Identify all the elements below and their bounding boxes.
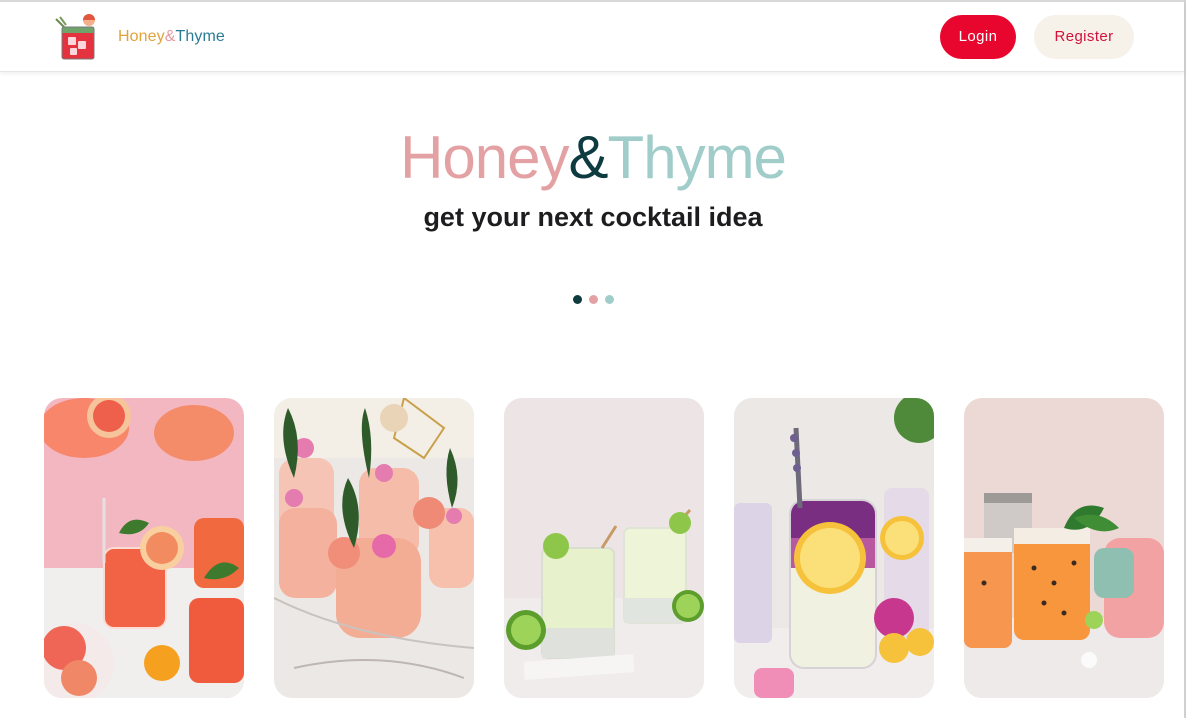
hero-section: Honey&Thyme get your next cocktail idea xyxy=(0,120,1186,233)
brand-name-part2: Thyme xyxy=(175,27,225,45)
brand-link[interactable]: Honey&Thyme xyxy=(52,13,225,61)
register-button[interactable]: Register xyxy=(1034,14,1134,59)
carousel-dots xyxy=(0,295,1186,304)
cocktail-card-row xyxy=(44,398,1164,698)
cocktail-card-grapefruit-spritz[interactable] xyxy=(44,398,244,698)
hero-title-part1: Honey xyxy=(400,124,569,191)
brand-name-part1: Honey xyxy=(118,27,165,45)
login-button[interactable]: Login xyxy=(940,14,1016,59)
navbar: Honey&Thyme Login Register xyxy=(0,2,1184,72)
cocktail-card-passionfruit-cocktail[interactable] xyxy=(964,398,1164,698)
hero-title-part2: Thyme xyxy=(607,124,787,191)
grapefruit-spritz-image xyxy=(44,398,244,698)
hero-subtitle: get your next cocktail idea xyxy=(423,202,763,232)
carousel-dot-2[interactable] xyxy=(588,295,598,304)
cocktail-card-peach-slushie[interactable] xyxy=(274,398,474,698)
brand-name: Honey&Thyme xyxy=(118,28,225,46)
lime-frozen-margarita-image xyxy=(504,398,704,698)
peach-slushie-image xyxy=(274,398,474,698)
cocktail-glass-icon xyxy=(55,13,95,59)
passionfruit-cocktail-image xyxy=(964,398,1164,698)
nav-actions: Login Register xyxy=(940,14,1134,59)
carousel-dot-1[interactable] xyxy=(572,295,582,304)
cocktail-card-lavender-lemonade[interactable] xyxy=(734,398,934,698)
brand-name-amp: & xyxy=(164,27,176,45)
lavender-lemonade-image xyxy=(734,398,934,698)
cocktail-card-lime-frozen-margarita[interactable] xyxy=(504,398,704,698)
hero-title: Honey&Thyme xyxy=(0,120,1186,196)
carousel-dot-3[interactable] xyxy=(604,295,614,304)
hero-title-amp: & xyxy=(568,124,609,191)
